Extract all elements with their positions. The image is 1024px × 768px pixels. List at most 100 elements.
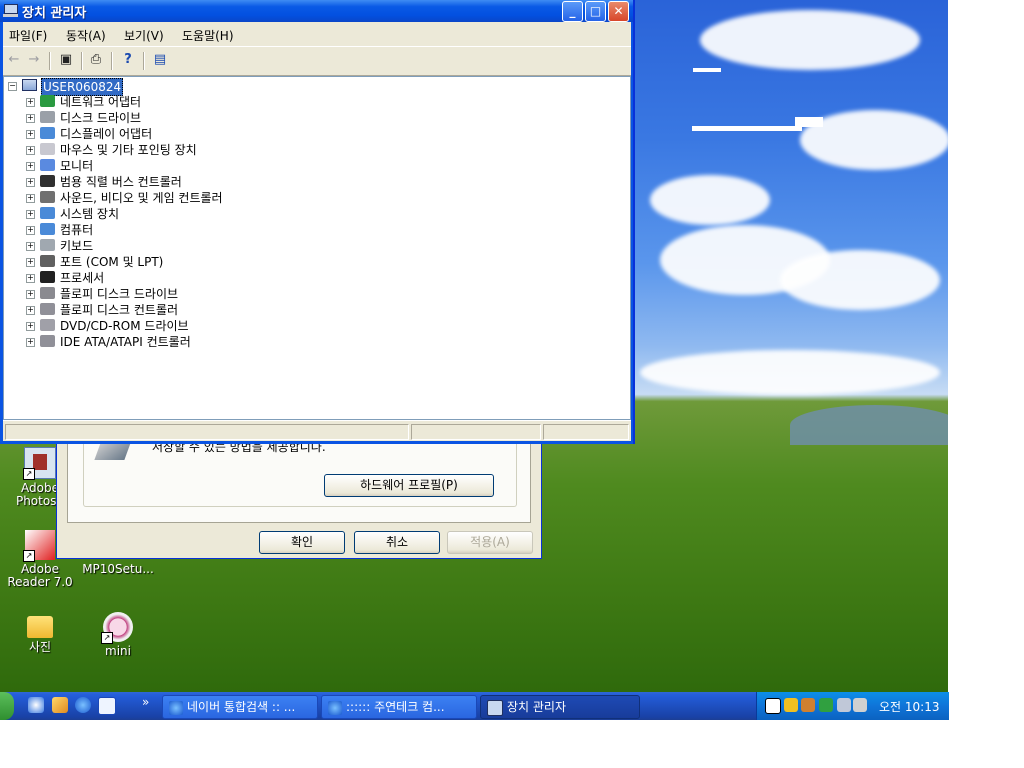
ide-controller-icon xyxy=(40,335,55,347)
status-panel xyxy=(5,424,409,440)
hardware-tab-panel: 저장할 수 있는 방법을 제공합니다. 하드웨어 프로필(P) xyxy=(67,436,531,523)
device-tree: − USER060824 + 네트워크 어댑터 + 디스크 드라이브 + 디스플레이 어댑… xyxy=(3,76,631,420)
cancel-button[interactable]: 취소 xyxy=(354,531,440,554)
volume-icon[interactable] xyxy=(853,698,867,712)
toolbar-separator xyxy=(49,52,51,70)
menu-view[interactable]: 보기(V) xyxy=(124,27,164,44)
expand-icon[interactable]: + xyxy=(26,338,35,347)
hardware-profiles-group: 저장할 수 있는 방법을 제공합니다. 하드웨어 프로필(P) xyxy=(83,436,517,507)
disk-drive-icon xyxy=(40,111,55,123)
toolbar-separator xyxy=(111,52,113,70)
taskbar-task-naver[interactable]: 네이버 통합검색 :: ... xyxy=(162,695,318,719)
taskbar-task-jooyontech[interactable]: :::::: 주연테크 컴... xyxy=(321,695,477,719)
system-tray: 오전 10:13 xyxy=(756,692,949,720)
expand-icon[interactable]: + xyxy=(26,146,35,155)
desktop-icon-label: 사진 xyxy=(28,640,52,654)
expand-icon[interactable]: + xyxy=(26,290,35,299)
tree-node-label: 범용 직렬 버스 컨트롤러 xyxy=(60,175,182,189)
show-hide-console-tree-icon[interactable]: ▣ xyxy=(57,52,75,68)
scan-hardware-icon[interactable]: ▤ xyxy=(151,52,169,68)
toolbar-separator xyxy=(81,52,83,70)
window-title: 장치 관리자 xyxy=(22,6,87,21)
port-icon xyxy=(40,255,55,267)
toolbar-separator xyxy=(143,52,145,70)
shortcut-arrow-icon: ↗ xyxy=(101,632,113,644)
menu-action[interactable]: 동작(A) xyxy=(66,27,106,44)
sound-icon xyxy=(40,191,55,203)
tree-node-label: 키보드 xyxy=(60,239,94,253)
close-button[interactable]: ✕ xyxy=(608,1,629,22)
render-artifact xyxy=(693,68,721,72)
expand-icon[interactable]: + xyxy=(26,306,35,315)
desktop-icon-photos[interactable]: 사진 xyxy=(4,612,76,654)
expand-icon[interactable]: + xyxy=(26,178,35,187)
title-bar[interactable]: 장치 관리자 _ □ ✕ xyxy=(0,0,633,22)
expand-icon[interactable]: + xyxy=(26,194,35,203)
media-player-icon[interactable] xyxy=(52,697,68,713)
expand-icon[interactable]: + xyxy=(26,226,35,235)
mini-app-icon: ↗ xyxy=(101,612,133,644)
hardware-profile-button[interactable]: 하드웨어 프로필(P) xyxy=(324,474,494,497)
floppy-controller-icon xyxy=(40,303,55,315)
network-adapter-icon xyxy=(40,95,55,107)
maximize-button[interactable]: □ xyxy=(585,1,606,22)
v3-antivirus-icon[interactable] xyxy=(765,698,781,714)
collapse-icon[interactable]: − xyxy=(8,82,17,91)
usb-icon xyxy=(40,175,55,187)
security-shield-icon[interactable] xyxy=(784,698,798,712)
expand-icon[interactable]: + xyxy=(26,130,35,139)
cloud xyxy=(780,250,940,310)
menu-file[interactable]: 파일(F) xyxy=(9,27,47,44)
help-icon[interactable]: ? xyxy=(119,52,137,68)
expand-icon[interactable]: + xyxy=(26,274,35,283)
internet-explorer-icon xyxy=(328,700,342,715)
tree-node-label: IDE ATA/ATAPI 컨트롤러 xyxy=(60,335,191,349)
taskbar-task-device-manager[interactable]: 장치 관리자 xyxy=(480,695,640,719)
cloud xyxy=(650,175,770,225)
start-button[interactable] xyxy=(0,692,14,720)
expand-icon[interactable]: + xyxy=(26,162,35,171)
messenger-icon[interactable] xyxy=(801,698,815,712)
status-panel xyxy=(543,424,629,440)
expand-icon[interactable]: + xyxy=(26,98,35,107)
print-icon[interactable]: ⎙ xyxy=(87,52,105,68)
status-bar xyxy=(3,420,631,441)
forward-arrow-icon[interactable]: → xyxy=(25,52,43,68)
shortcut-arrow-icon: ↗ xyxy=(23,468,35,480)
expand-icon[interactable]: + xyxy=(26,114,35,123)
adobe-reader-icon: ↗ xyxy=(23,530,55,562)
expand-icon[interactable]: + xyxy=(26,210,35,219)
expand-icon[interactable]: + xyxy=(26,322,35,331)
tree-node-label: 컴퓨터 xyxy=(60,223,94,237)
menu-help[interactable]: 도움말(H) xyxy=(182,27,234,44)
tree-node-label: 마우스 및 기타 포인팅 장치 xyxy=(60,143,197,157)
status-panel xyxy=(411,424,541,440)
toolbar: ← → ▣ ⎙ ? ▤ xyxy=(3,46,631,76)
back-arrow-icon[interactable]: ← xyxy=(5,52,23,68)
folder-icon xyxy=(27,616,53,638)
task-label: 장치 관리자 xyxy=(507,700,567,714)
ok-button[interactable]: 확인 xyxy=(259,531,345,554)
expand-icon[interactable]: + xyxy=(26,258,35,267)
shortcut-arrow-icon: ↗ xyxy=(23,550,35,562)
desktop-icon-label: mini xyxy=(105,644,131,658)
desktop-icon-label: Adobe Reader 7.0 xyxy=(7,562,73,589)
quick-launch-app-icon[interactable] xyxy=(98,697,116,715)
quick-launch-more-chevron-icon[interactable]: » xyxy=(142,695,149,709)
minimize-button[interactable]: _ xyxy=(562,1,583,22)
network-icon[interactable] xyxy=(837,698,851,712)
task-label: :::::: 주연테크 컴... xyxy=(346,700,445,714)
clock[interactable]: 오전 10:13 xyxy=(879,698,939,715)
update-icon[interactable] xyxy=(819,698,833,712)
dvd-drive-icon xyxy=(40,319,55,331)
desktop-icon-label: MP10Setu... xyxy=(82,562,154,576)
device-manager-icon xyxy=(3,3,18,17)
desktop-icon-mini[interactable]: ↗ mini xyxy=(82,612,154,658)
show-desktop-icon[interactable] xyxy=(28,697,44,713)
distant-hill xyxy=(790,405,948,445)
render-artifact xyxy=(795,117,823,127)
internet-explorer-icon[interactable] xyxy=(75,697,91,713)
monitor-icon xyxy=(40,159,55,171)
computer-icon xyxy=(40,223,55,235)
expand-icon[interactable]: + xyxy=(26,242,35,251)
